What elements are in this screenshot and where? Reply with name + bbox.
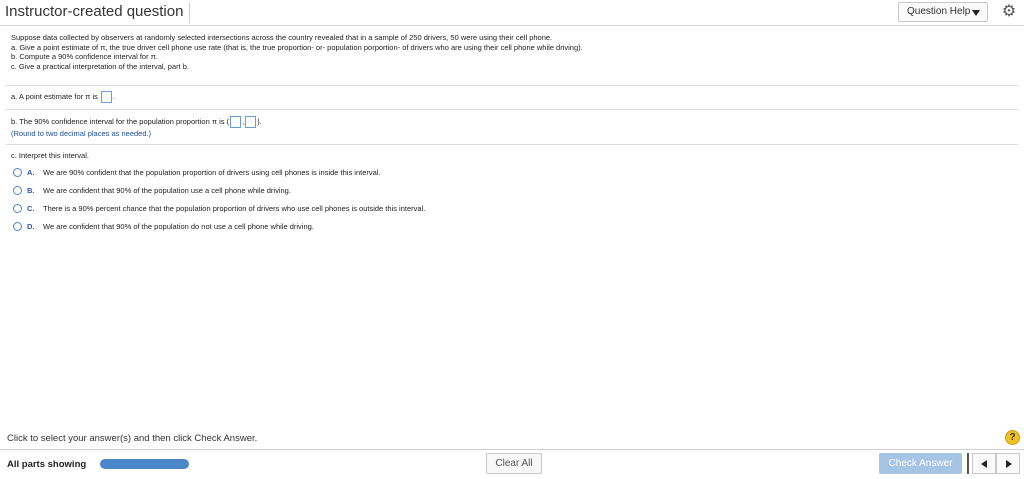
toolbar-separator (967, 453, 969, 474)
option-d-text: We are confident that 90% of the populat… (43, 222, 314, 231)
caret-down-icon (972, 10, 980, 16)
option-a-radio[interactable] (13, 168, 22, 177)
option-c-text: There is a 90% percent chance that the p… (43, 204, 426, 213)
header-bar: Instructor-created question Question Hel… (0, 0, 1024, 26)
question-help-label: Question Help (907, 6, 971, 17)
problem-line: Suppose data collected by observers at r… (11, 33, 553, 42)
option-a-text: We are 90% confident that the population… (43, 168, 381, 177)
option-b-radio[interactable] (13, 186, 22, 195)
part-b-prefix: b. The 90% confidence interval for the p… (11, 116, 230, 126)
option-a-letter: A. (27, 168, 35, 177)
part-a-suffix: . (112, 91, 116, 101)
problem-statement: Suppose data collected by observers at r… (11, 33, 583, 71)
divider (6, 85, 1018, 86)
interval-lower-input[interactable] (230, 116, 242, 128)
option-c-letter: C. (27, 204, 35, 213)
divider (6, 109, 1018, 110)
option-d-radio[interactable] (13, 222, 22, 231)
check-answer-button[interactable]: Check Answer (879, 453, 962, 474)
part-a-question: a. A point estimate for π is . (11, 91, 115, 103)
option-b-text: We are confident that 90% of the populat… (43, 186, 291, 195)
part-b-separator: , (242, 116, 245, 126)
question-mark-icon[interactable]: ? (1005, 430, 1020, 445)
part-a-prefix: a. A point estimate for π is (11, 91, 98, 101)
arrow-right-icon (1006, 460, 1012, 468)
part-b-suffix: ). (257, 116, 262, 126)
part-b-question: b. The 90% confidence interval for the p… (11, 116, 262, 128)
problem-line: a. Give a point estimate of π, the true … (11, 42, 583, 52)
option-d-letter: D. (27, 222, 35, 231)
previous-button[interactable] (972, 453, 996, 474)
gear-icon[interactable]: ⚙ (1000, 3, 1018, 21)
progress-bar (100, 459, 189, 469)
page-title: Instructor-created question (5, 2, 191, 23)
option-b-letter: B. (27, 186, 35, 195)
part-c-prompt: c. Interpret this interval. (11, 151, 89, 160)
footer-divider (0, 449, 1024, 450)
option-c-radio[interactable] (13, 204, 22, 213)
interval-upper-input[interactable] (245, 116, 257, 128)
rounding-note: (Round to two decimal places as needed.) (11, 129, 152, 138)
problem-line: b. Compute a 90% confidence interval for… (11, 52, 158, 61)
problem-line: c. Give a practical interpretation of th… (11, 61, 190, 71)
divider (6, 144, 1018, 145)
footer-hint: Click to select your answer(s) and then … (7, 433, 258, 444)
arrow-left-icon (981, 460, 987, 468)
next-button[interactable] (996, 453, 1020, 474)
question-help-button[interactable]: Question Help (898, 2, 988, 22)
parts-showing-label: All parts showing (7, 459, 87, 470)
point-estimate-input[interactable] (100, 91, 112, 103)
clear-all-button[interactable]: Clear All (486, 453, 542, 474)
